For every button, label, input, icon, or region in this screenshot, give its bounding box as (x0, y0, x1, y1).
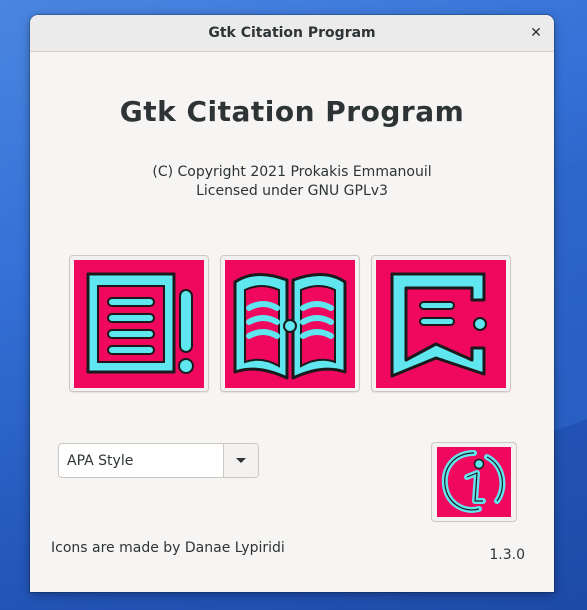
close-icon: ✕ (530, 25, 542, 41)
info-icon (437, 447, 511, 517)
icon-credit-text: Icons are made by Danae Lypiridi (51, 540, 285, 556)
window-title: Gtk Citation Program (208, 25, 376, 41)
bibliography-button[interactable] (220, 255, 360, 392)
about-info-button[interactable] (431, 442, 517, 522)
app-heading: Gtk Citation Program (119, 95, 465, 128)
copyright-block: (C) Copyright 2021 Prokakis Emmanouil Li… (30, 163, 554, 201)
document-icon (74, 259, 204, 388)
app-window: Gtk Citation Program ✕ Gtk Citation Prog… (30, 15, 554, 592)
new-citation-button[interactable] (69, 255, 209, 392)
window-titlebar[interactable]: Gtk Citation Program ✕ (30, 15, 554, 52)
dropdown-arrow-button[interactable] (223, 444, 258, 477)
chevron-down-icon (236, 457, 246, 463)
book-icon (225, 259, 355, 388)
bookmark-button[interactable] (371, 255, 511, 392)
license-text: Licensed under GNU GPLv3 (196, 183, 388, 199)
copyright-text: (C) Copyright 2021 Prokakis Emmanouil (152, 164, 432, 180)
bookmark-page-icon (376, 259, 506, 388)
citation-style-dropdown[interactable]: APA Style (58, 443, 259, 478)
version-label: 1.3.0 (489, 547, 525, 563)
close-button[interactable]: ✕ (526, 23, 546, 43)
citation-style-value: APA Style (67, 452, 134, 469)
